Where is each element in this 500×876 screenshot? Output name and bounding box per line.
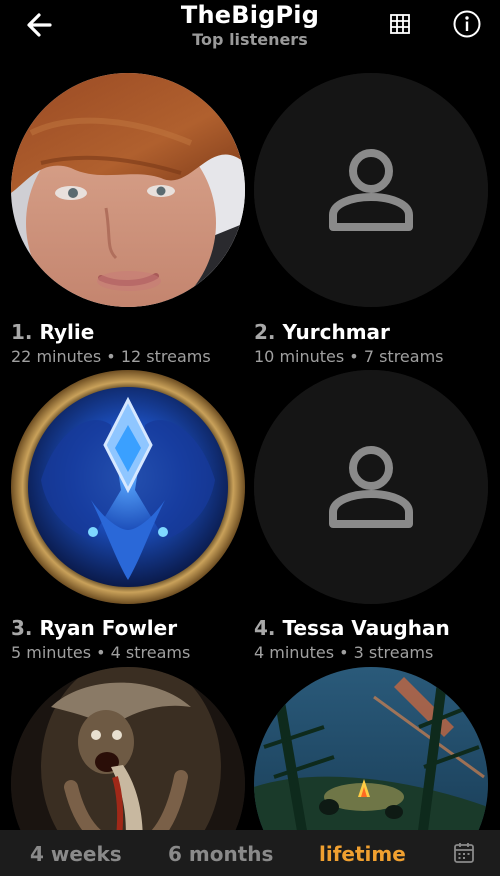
calendar-icon <box>454 843 474 863</box>
listener-rank: 1. <box>11 320 33 344</box>
tab-6-months[interactable]: 6 months <box>168 842 273 866</box>
listener-rank: 2. <box>254 320 276 344</box>
listener-rank: 3. <box>11 616 33 640</box>
time-range-bar: 4 weeks 6 months lifetime <box>0 830 500 876</box>
listener-avatar-1[interactable] <box>11 73 245 307</box>
listener-rank: 4. <box>254 616 276 640</box>
listener-avatar-3[interactable] <box>11 370 245 604</box>
listener-name-3: 3. Ryan Fowler <box>11 616 177 640</box>
listener-name: Ryan Fowler <box>39 616 178 640</box>
listener-avatar-4[interactable] <box>254 370 488 604</box>
calendar-button[interactable] <box>452 841 476 865</box>
grid-view-button[interactable] <box>388 12 412 36</box>
title-block: TheBigPig Top listeners <box>0 0 500 50</box>
tab-4-weeks[interactable]: 4 weeks <box>30 842 122 866</box>
info-button[interactable] <box>452 9 482 39</box>
listener-name-2: 2. Yurchmar <box>254 320 390 344</box>
listener-avatar-2[interactable] <box>254 73 488 307</box>
person-icon <box>254 73 488 307</box>
grid-icon <box>390 14 410 34</box>
person-icon <box>254 370 488 604</box>
listener-name-1: 1. Rylie <box>11 320 94 344</box>
page-title: TheBigPig <box>180 1 320 29</box>
tab-lifetime[interactable]: lifetime <box>319 842 406 866</box>
listener-stats-3: 5 minutes • 4 streams <box>11 643 191 662</box>
app-screen: TheBigPig Top listeners 1. Rylie 22 minu… <box>0 0 500 876</box>
listener-stats-4: 4 minutes • 3 streams <box>254 643 434 662</box>
game-emblem-image <box>11 370 245 604</box>
listener-name-4: 4. Tessa Vaughan <box>254 616 450 640</box>
header: TheBigPig Top listeners <box>0 0 500 58</box>
listener-stats-2: 10 minutes • 7 streams <box>254 347 444 366</box>
listener-name: Rylie <box>39 320 95 344</box>
listener-stats-1: 22 minutes • 12 streams <box>11 347 211 366</box>
page-subtitle: Top listeners <box>192 30 308 49</box>
info-icon <box>453 10 481 38</box>
listener-name: Tessa Vaughan <box>282 616 450 640</box>
profile-photo <box>11 73 245 307</box>
listener-name: Yurchmar <box>282 320 390 344</box>
